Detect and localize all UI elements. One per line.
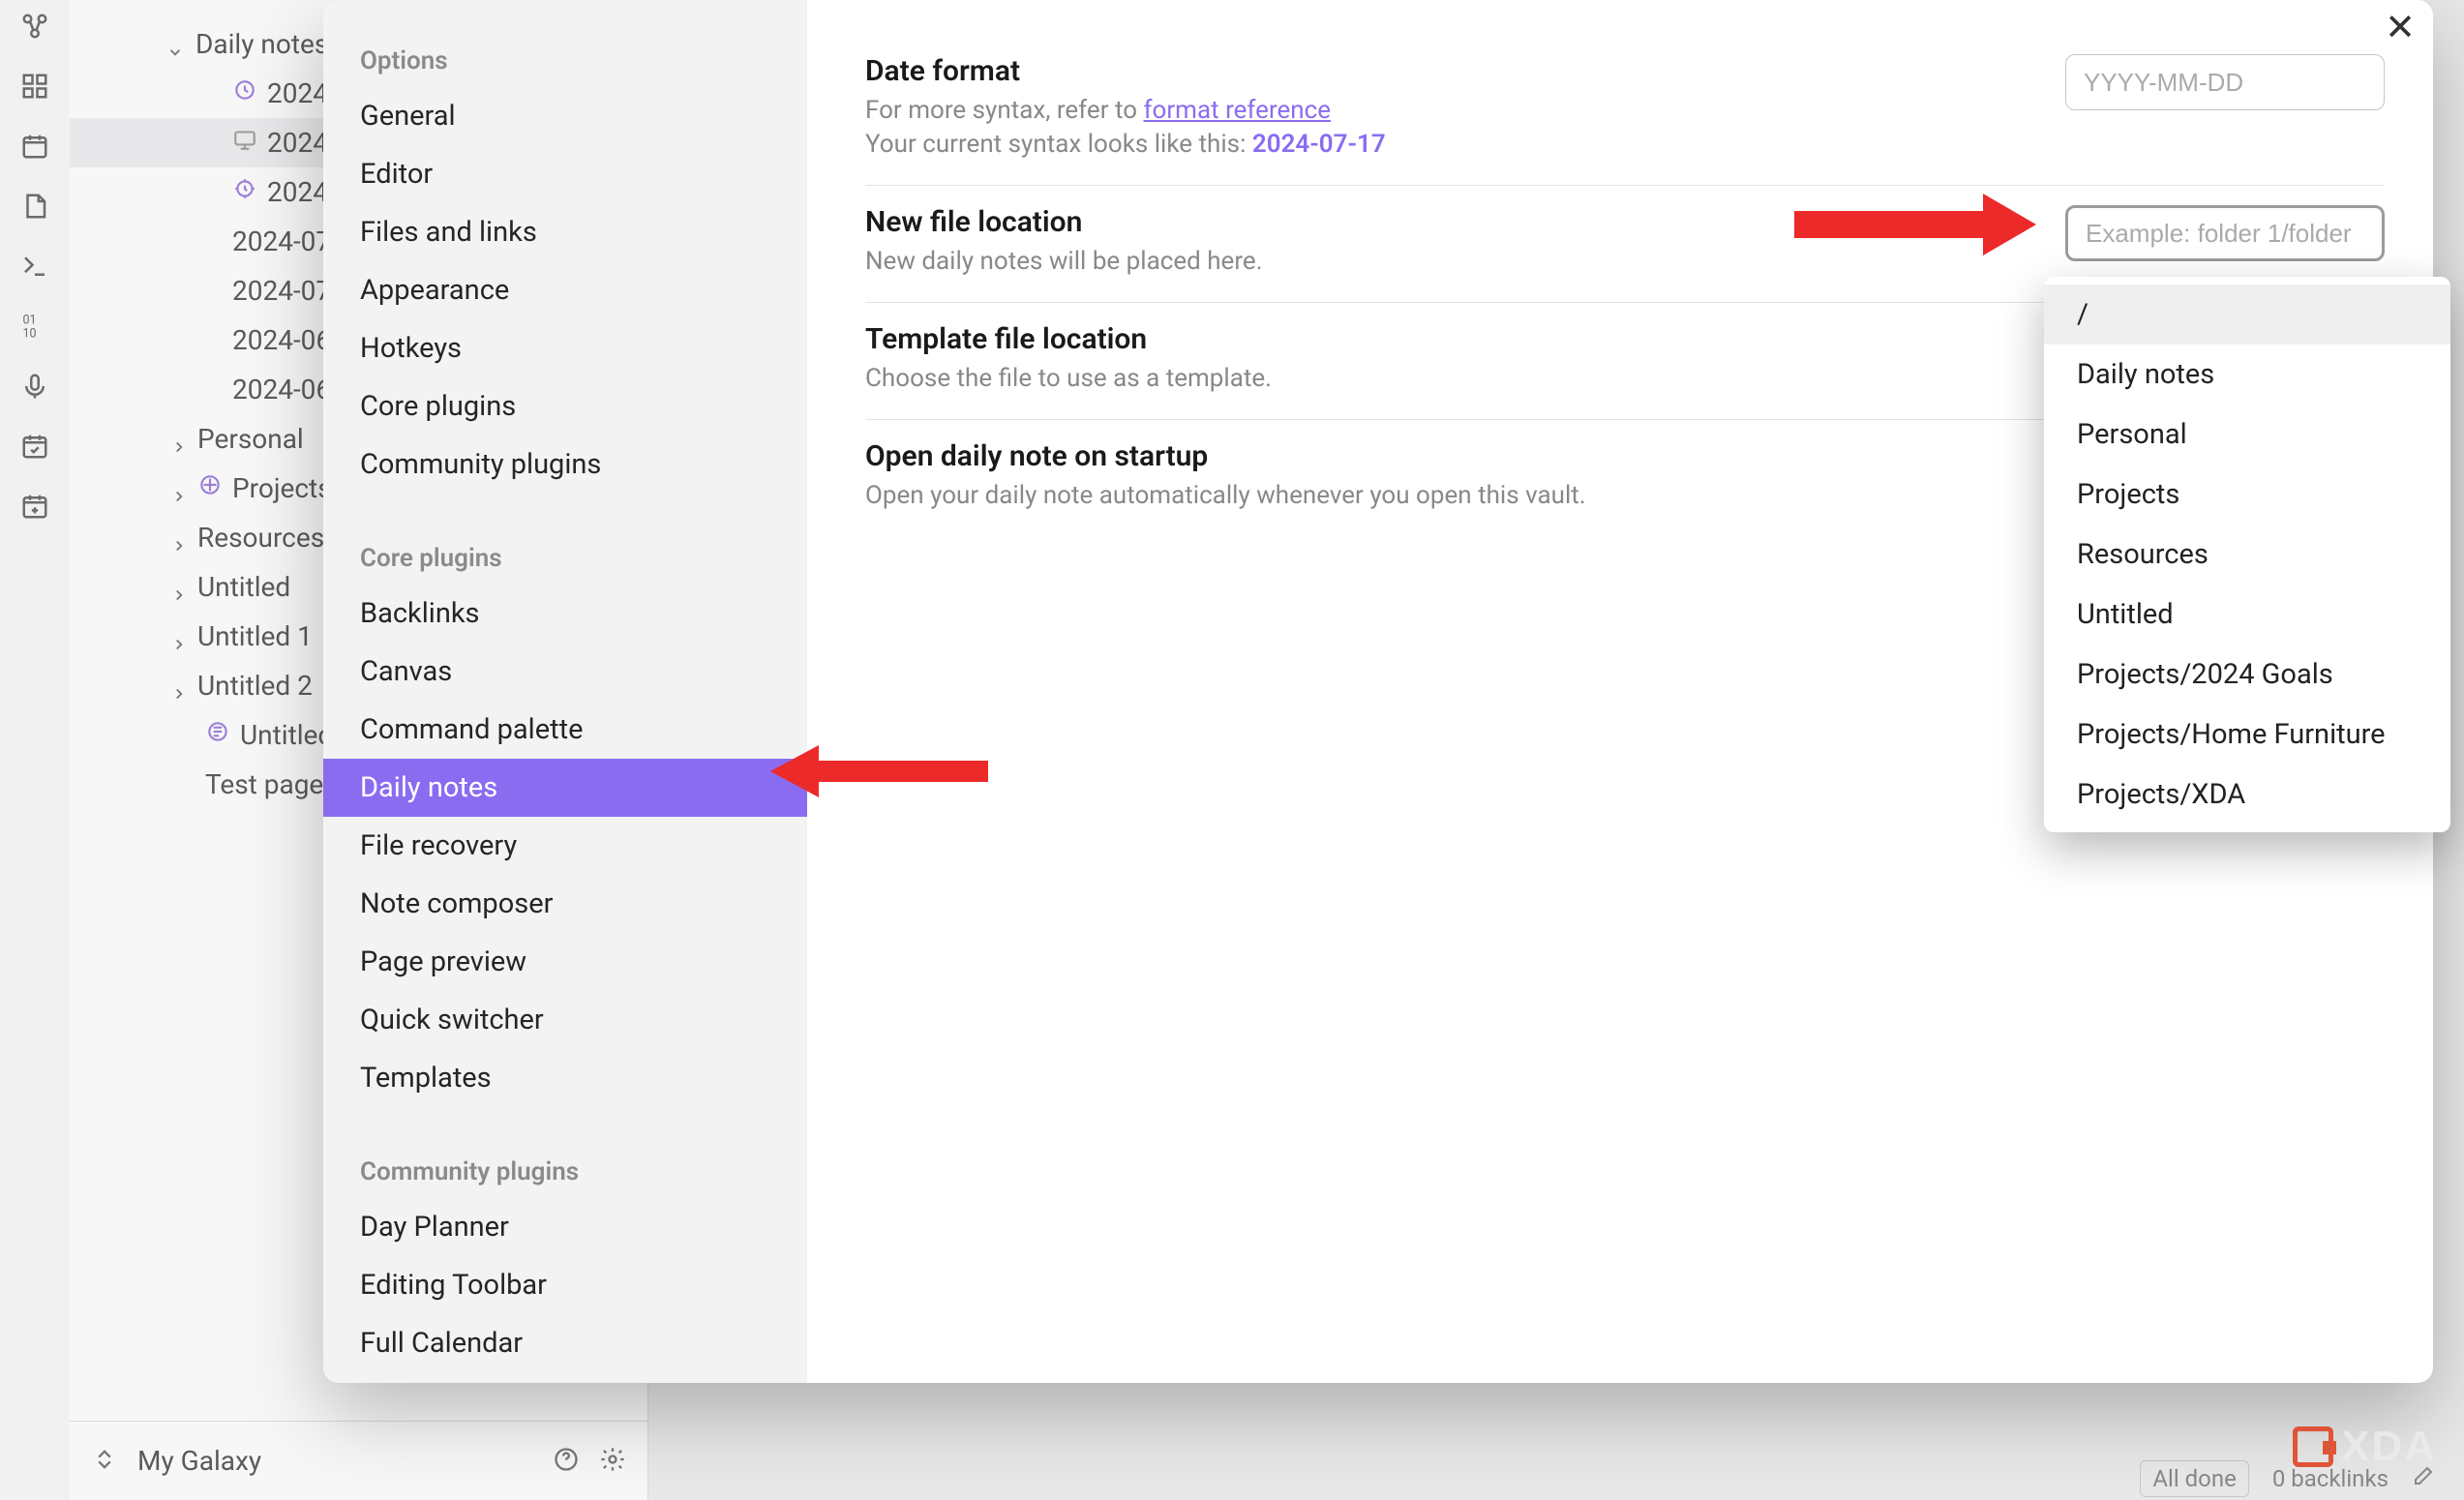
setting-desc: Open your daily note automatically whene… — [865, 479, 1586, 513]
nav-file-recovery[interactable]: File recovery — [323, 817, 807, 875]
nav-files-links[interactable]: Files and links — [323, 203, 807, 261]
folder-suggest-dropdown: / Daily notes Personal Projects Resource… — [2044, 277, 2450, 832]
setting-desc: New daily notes will be placed here. — [865, 245, 1263, 279]
nav-hotkeys[interactable]: Hotkeys — [323, 319, 807, 377]
nav-templates[interactable]: Templates — [323, 1049, 807, 1107]
section-core-plugins: Core plugins — [323, 532, 807, 585]
nav-note-composer[interactable]: Note composer — [323, 875, 807, 933]
annotation-arrow-sidebar — [770, 737, 993, 805]
nav-editor[interactable]: Editor — [323, 145, 807, 203]
new-file-location-input[interactable] — [2065, 205, 2385, 261]
suggest-item[interactable]: / — [2044, 285, 2450, 345]
mic-icon[interactable] — [18, 370, 51, 403]
calendar-icon[interactable] — [18, 130, 51, 163]
setting-title: Date format — [865, 54, 1386, 88]
setting-title: New file location — [865, 205, 1263, 239]
vault-name[interactable]: My Galaxy — [137, 1445, 533, 1477]
nav-daily-notes[interactable]: Daily notes — [323, 759, 807, 817]
status-done[interactable]: All done — [2140, 1460, 2248, 1497]
annotation-arrow-input — [1794, 186, 2036, 263]
nav-day-planner[interactable]: Day Planner — [323, 1198, 807, 1256]
vault-switch-icon[interactable] — [91, 1446, 118, 1477]
xda-watermark: XDA — [2293, 1423, 2437, 1471]
vault-bar: My Galaxy — [70, 1421, 647, 1500]
svg-text:10: 10 — [23, 326, 37, 341]
format-reference-link[interactable]: format reference — [1144, 96, 1332, 125]
nav-canvas[interactable]: Canvas — [323, 643, 807, 701]
graph-icon[interactable] — [18, 10, 51, 43]
binary-icon[interactable]: 0110 — [18, 310, 51, 343]
setting-desc: Choose the file to use as a template. — [865, 362, 1272, 396]
nav-core-plugins[interactable]: Core plugins — [323, 377, 807, 435]
nav-backlinks[interactable]: Backlinks — [323, 585, 807, 643]
nav-page-preview[interactable]: Page preview — [323, 933, 807, 991]
suggest-item[interactable]: Projects/Home Furniture — [2044, 705, 2450, 765]
file-icon[interactable] — [18, 190, 51, 223]
setting-title: Template file location — [865, 322, 1272, 356]
suggest-item[interactable]: Daily notes — [2044, 345, 2450, 405]
setting-desc: For more syntax, refer to format referen… — [865, 94, 1386, 162]
nav-editing-toolbar[interactable]: Editing Toolbar — [323, 1256, 807, 1314]
section-options: Options — [323, 35, 807, 87]
help-icon[interactable] — [553, 1446, 580, 1477]
nav-highlightr[interactable]: Highlightr — [323, 1372, 807, 1383]
nav-community-plugins[interactable]: Community plugins — [323, 435, 807, 494]
nav-command-palette[interactable]: Command palette — [323, 701, 807, 759]
calendar-plus-icon[interactable] — [18, 490, 51, 523]
nav-full-calendar[interactable]: Full Calendar — [323, 1314, 807, 1372]
suggest-item[interactable]: Personal — [2044, 405, 2450, 465]
nav-general[interactable]: General — [323, 87, 807, 145]
suggest-item[interactable]: Projects — [2044, 465, 2450, 525]
suggest-item[interactable]: Resources — [2044, 525, 2450, 585]
setting-title: Open daily note on startup — [865, 439, 1586, 473]
settings-icon[interactable] — [599, 1446, 626, 1477]
calendar-check-icon[interactable] — [18, 430, 51, 463]
section-community-plugins: Community plugins — [323, 1146, 807, 1198]
date-format-input[interactable] — [2065, 54, 2385, 110]
xda-logo-icon — [2293, 1426, 2333, 1467]
suggest-item[interactable]: Untitled — [2044, 585, 2450, 645]
grid-icon[interactable] — [18, 70, 51, 103]
suggest-item[interactable]: Projects/2024 Goals — [2044, 645, 2450, 705]
folder-label: Daily notes — [195, 28, 328, 60]
terminal-icon[interactable] — [18, 250, 51, 283]
setting-date-format: Date format For more syntax, refer to fo… — [865, 35, 2385, 186]
left-ribbon: 0110 — [0, 0, 70, 1500]
nav-appearance[interactable]: Appearance — [323, 261, 807, 319]
suggest-item[interactable]: Projects/XDA — [2044, 765, 2450, 825]
settings-nav: Options General Editor Files and links A… — [323, 0, 807, 1383]
nav-quick-switcher[interactable]: Quick switcher — [323, 991, 807, 1049]
